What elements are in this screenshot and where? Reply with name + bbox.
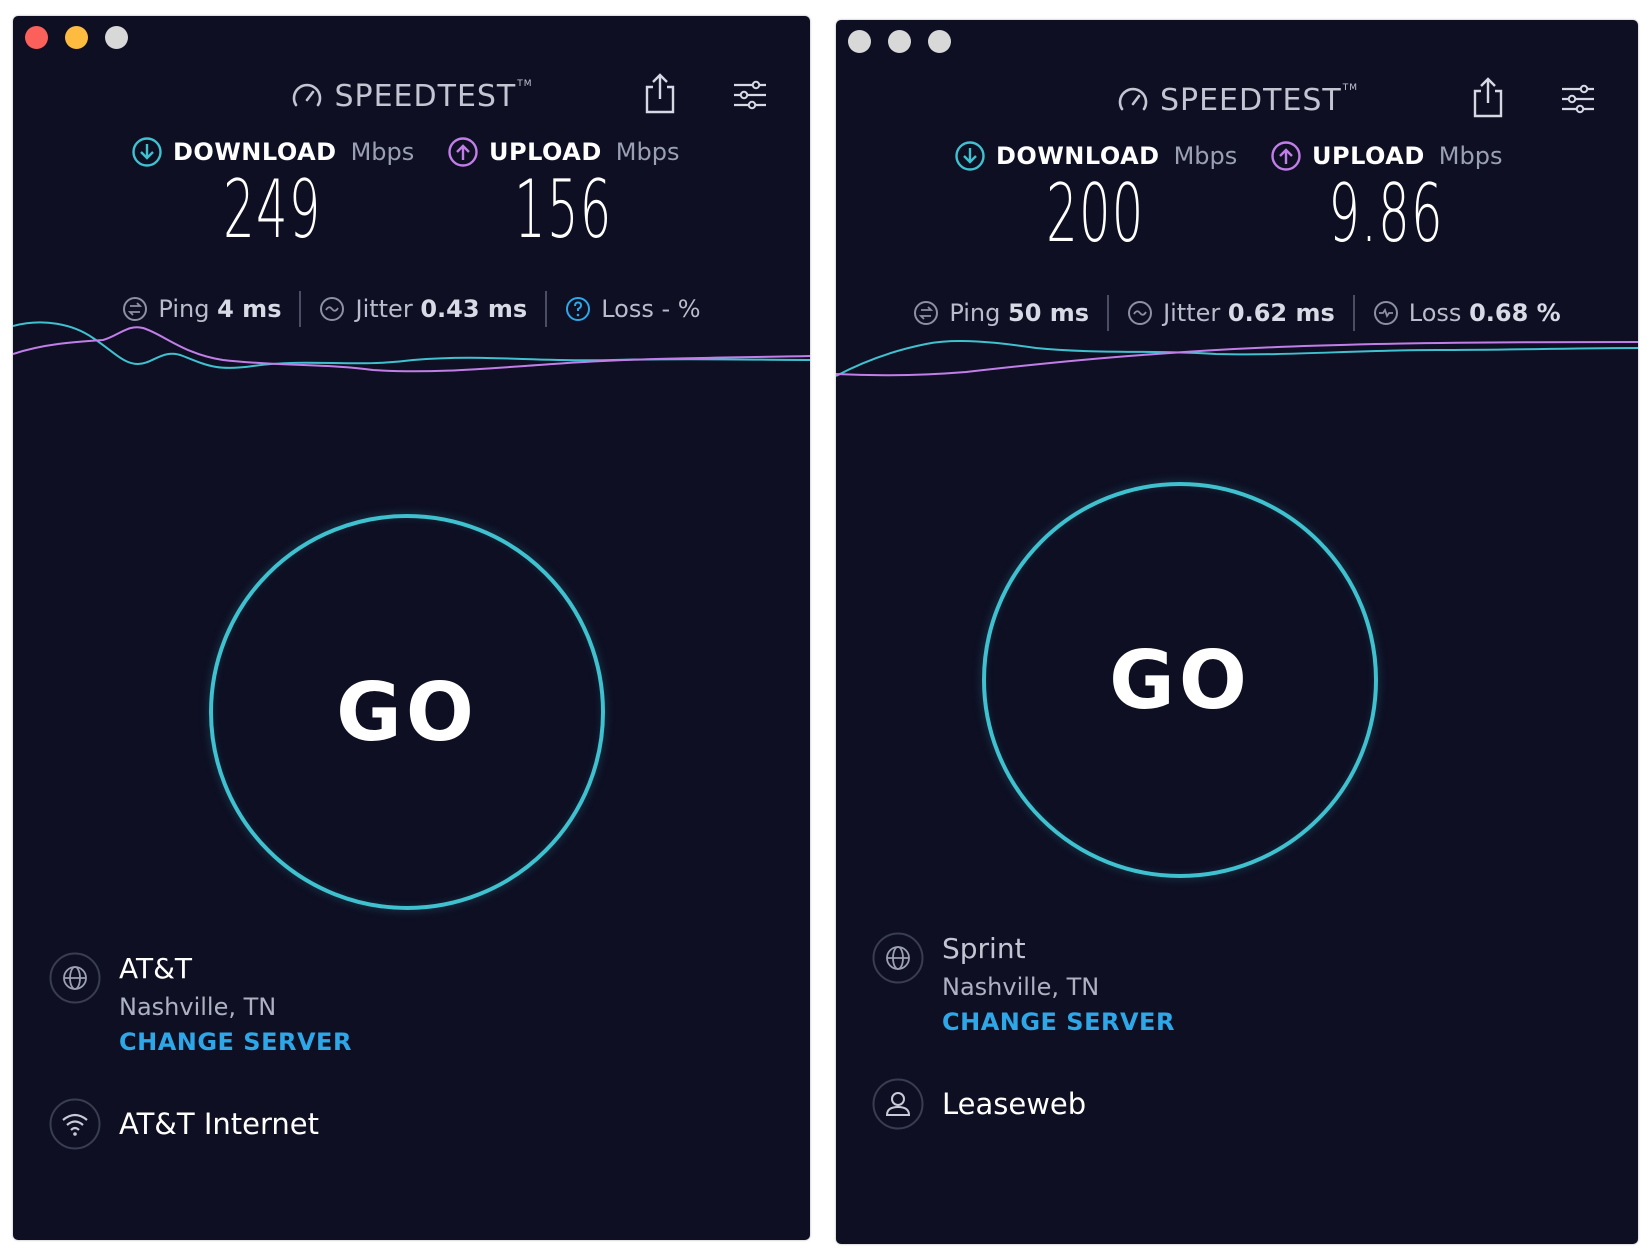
upload-value: 9.86: [1328, 167, 1444, 260]
settings-sliders-icon[interactable]: [730, 77, 770, 113]
download-value: 200: [1046, 167, 1145, 260]
go-button[interactable]: GO: [209, 514, 605, 910]
speed-history-graph: [13, 321, 810, 373]
download-unit: Mbps: [1173, 142, 1238, 170]
upload-label: UPLOAD: [489, 138, 602, 166]
connection-info: Leaseweb: [872, 1078, 1086, 1130]
minimize-window-button[interactable]: [65, 26, 88, 49]
server-info: Sprint Nashville, TN CHANGE SERVER: [872, 932, 1175, 1036]
speedtest-window-right: SPEEDTESTTM DOWNLOAD Mbps 200 UPLOAD Mbp…: [836, 20, 1638, 1244]
server-name: AT&T: [119, 952, 193, 985]
minimize-window-button[interactable]: [888, 30, 911, 53]
speedometer-icon: [1118, 87, 1148, 110]
zoom-window-button[interactable]: [928, 30, 951, 53]
download-arrow-icon: [955, 141, 985, 171]
go-label: GO: [336, 665, 478, 759]
zoom-window-button[interactable]: [105, 26, 128, 49]
share-icon[interactable]: [1468, 75, 1508, 121]
connection-name: Leaseweb: [942, 1087, 1087, 1121]
brand-text: SPEEDTEST: [334, 79, 517, 114]
brand-text: SPEEDTEST: [1159, 83, 1342, 118]
speedometer-icon: [293, 83, 322, 106]
speed-history-graph: [836, 340, 1638, 377]
download-unit: Mbps: [350, 138, 415, 166]
download-label: DOWNLOAD: [173, 138, 337, 166]
speedtest-logo: SPEEDTESTTM: [836, 83, 1638, 118]
change-server-link[interactable]: CHANGE SERVER: [119, 1028, 352, 1056]
connection-info: AT&T Internet: [49, 1098, 319, 1150]
upload-label: UPLOAD: [1312, 142, 1425, 170]
close-window-button[interactable]: [25, 26, 48, 49]
close-window-button[interactable]: [848, 30, 871, 53]
download-metric: DOWNLOAD Mbps 200: [954, 140, 1237, 254]
upload-metric: UPLOAD Mbps 156: [447, 136, 679, 250]
globe-icon: [872, 932, 924, 984]
go-label: GO: [1109, 633, 1251, 727]
settings-sliders-icon[interactable]: [1558, 81, 1598, 117]
upload-arrow-icon: [1271, 141, 1301, 171]
user-icon: [872, 1078, 924, 1130]
download-arrow-icon: [132, 137, 162, 167]
globe-icon: [49, 952, 101, 1004]
app-header: SPEEDTESTTM: [836, 75, 1638, 125]
download-label: DOWNLOAD: [996, 142, 1160, 170]
speedtest-logo: SPEEDTESTTM: [13, 79, 810, 114]
share-icon[interactable]: [640, 71, 680, 117]
results-panel: DOWNLOAD Mbps 200 UPLOAD Mbps 9.86: [836, 140, 1638, 270]
results-panel: DOWNLOAD Mbps 249 UPLOAD Mbps 156: [13, 136, 810, 266]
window-controls: [848, 30, 951, 53]
upload-unit: Mbps: [615, 138, 680, 166]
download-metric: DOWNLOAD Mbps 249: [131, 136, 414, 250]
upload-arrow-icon: [448, 137, 478, 167]
upload-unit: Mbps: [1438, 142, 1503, 170]
server-location: Nashville, TN: [942, 973, 1100, 1001]
app-header: SPEEDTESTTM: [13, 71, 810, 121]
upload-value: 156: [514, 163, 613, 256]
go-button[interactable]: GO: [982, 482, 1378, 878]
server-location: Nashville, TN: [119, 993, 277, 1021]
connection-name: AT&T Internet: [119, 1107, 319, 1141]
wifi-icon: [49, 1098, 101, 1150]
upload-metric: UPLOAD Mbps 9.86: [1270, 140, 1502, 254]
download-value: 249: [223, 163, 322, 256]
server-info: AT&T Nashville, TN CHANGE SERVER: [49, 952, 352, 1056]
window-controls: [25, 26, 128, 49]
server-name: Sprint: [942, 932, 1026, 965]
change-server-link[interactable]: CHANGE SERVER: [942, 1008, 1175, 1036]
speedtest-window-left: SPEEDTESTTM DOWNLOAD Mbps 249 UPLOAD Mbp…: [13, 16, 810, 1240]
